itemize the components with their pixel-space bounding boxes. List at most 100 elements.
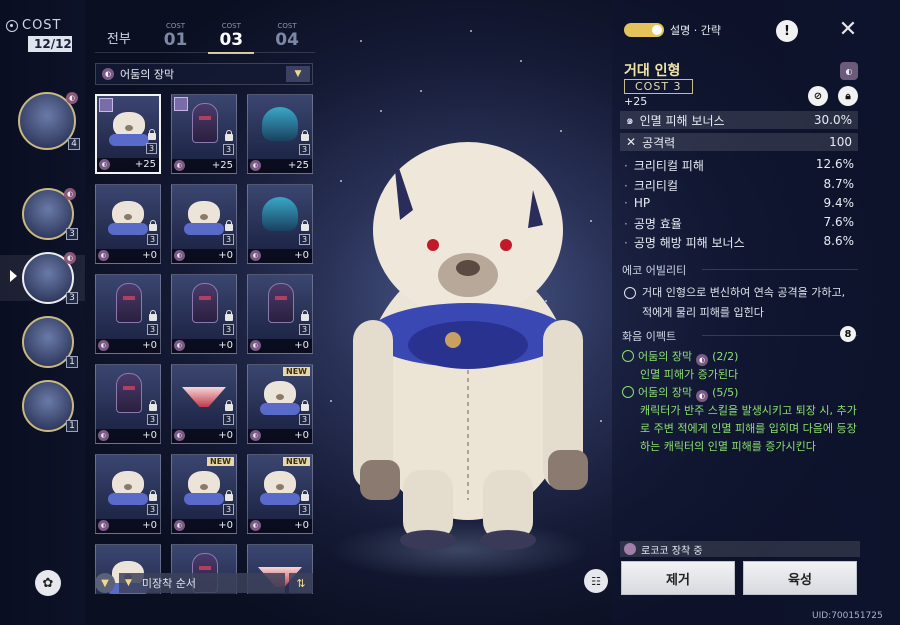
info-icon[interactable]: ! bbox=[776, 20, 798, 42]
tab-all[interactable]: 전부 bbox=[90, 22, 148, 52]
echo-card[interactable]: 3 ◐ +25 bbox=[171, 94, 237, 174]
lock-icon bbox=[149, 400, 157, 411]
lock-icon[interactable]: 🔒︎ bbox=[838, 86, 858, 106]
toggle-switch[interactable] bbox=[624, 23, 664, 37]
avatar bbox=[624, 543, 636, 555]
close-icon[interactable]: ✕ bbox=[836, 18, 860, 42]
tab-label: 04 bbox=[275, 30, 299, 50]
discard-icon[interactable]: ⊘ bbox=[808, 86, 828, 106]
uid-label: UID:700151725 bbox=[812, 611, 883, 621]
set-badge-icon: ◐ bbox=[98, 250, 109, 261]
echo-art bbox=[176, 369, 232, 419]
stat-value: 8.7% bbox=[823, 177, 855, 191]
echo-art bbox=[252, 99, 308, 149]
rail-slot-1[interactable]: ◐ 4 bbox=[18, 92, 80, 150]
main-stat-row: ✕ 공격력 100 bbox=[620, 133, 858, 151]
slot-cost: 4 bbox=[68, 138, 80, 150]
sonata-count-badge: 8 bbox=[840, 326, 856, 342]
set-badge-icon: ◐ bbox=[250, 250, 261, 261]
sort-bar: ▼ ▼ 미장착 순서 ⇅ bbox=[95, 573, 313, 595]
echo-card[interactable]: 3 ◐ +0 bbox=[171, 364, 237, 444]
echo-group-button[interactable]: ✿ bbox=[35, 570, 61, 596]
echo-art bbox=[100, 369, 156, 419]
sub-stat-row: 공명 해방 피해 보너스8.6% bbox=[624, 234, 854, 251]
echo-ability-text: 거대 인형으로 변신하여 연속 공격을 가하고, 적에게 물리 피해를 입힌다 bbox=[624, 283, 858, 323]
echo-card[interactable]: NEW 3 ◐ +0 bbox=[247, 454, 313, 534]
detail-list-button[interactable]: ☷ bbox=[584, 569, 608, 593]
card-level-bar: ◐ +0 bbox=[96, 249, 160, 263]
card-level: +25 bbox=[134, 159, 156, 170]
chevron-down-icon: ▼ bbox=[125, 578, 132, 588]
card-level: +0 bbox=[294, 430, 309, 441]
lock-icon bbox=[301, 310, 309, 321]
echo-art bbox=[100, 279, 156, 329]
tab-cost-4[interactable]: COST 04 bbox=[259, 22, 315, 52]
echo-card[interactable]: 3 ◐ +0 bbox=[171, 274, 237, 354]
effect-desc: 캐릭터가 반주 스킬을 발생시키고 퇴장 시, 추가로 주변 적에게 인멸 피해… bbox=[640, 404, 857, 453]
rail-slot-4[interactable]: 1 bbox=[22, 316, 78, 368]
card-cost: 3 bbox=[223, 414, 234, 425]
filter-icon[interactable]: ▼ bbox=[95, 573, 115, 593]
slot-cost: 1 bbox=[66, 420, 78, 432]
echo-card[interactable]: 3 ◐ +0 bbox=[247, 184, 313, 264]
echo-art bbox=[176, 279, 232, 329]
crossed-swords-icon: ✕ bbox=[626, 135, 637, 149]
stat-key: 인멸 피해 보너스 bbox=[639, 113, 725, 128]
stat-value: 9.4% bbox=[823, 196, 855, 210]
echo-card[interactable]: 3 ◐ +0 bbox=[95, 454, 161, 534]
echo-card[interactable]: 3 ◐ +0 bbox=[95, 364, 161, 444]
tab-sub: COST bbox=[221, 22, 241, 30]
echo-card[interactable]: 3 ◐ +0 bbox=[171, 184, 237, 264]
card-cost: 3 bbox=[147, 234, 158, 245]
echo-card[interactable]: 3 ◐ +0 bbox=[95, 274, 161, 354]
echo-card[interactable]: NEW 3 ◐ +0 bbox=[247, 364, 313, 444]
equipped-by-label: 로코코 장착 중 bbox=[641, 545, 703, 557]
stat-key: 크리티컬 bbox=[624, 177, 824, 194]
echo-card[interactable]: NEW 3 ◐ +0 bbox=[171, 454, 237, 534]
set-filter-label: 어둠의 장막 bbox=[120, 68, 175, 81]
card-cost: 3 bbox=[223, 324, 234, 335]
description-toggle[interactable]: 설명 · 간략 bbox=[624, 22, 721, 38]
set-badge-icon: ◐ bbox=[99, 159, 110, 170]
card-level-bar: ◐ +25 bbox=[248, 159, 312, 173]
echo-card[interactable]: 3 ◐ +25 bbox=[95, 94, 161, 174]
sonata-effect-title: 화음 이펙트 bbox=[622, 328, 858, 344]
card-level: +0 bbox=[142, 340, 157, 351]
echo-card[interactable]: 3 ◐ +0 bbox=[95, 184, 161, 264]
tab-label: 03 bbox=[219, 30, 244, 50]
set-badge-icon: ◐ bbox=[64, 188, 76, 200]
new-badge: NEW bbox=[207, 457, 234, 466]
lock-icon bbox=[225, 220, 233, 231]
remove-button[interactable]: 제거 bbox=[621, 561, 735, 595]
cost-ring-icon bbox=[6, 19, 18, 32]
card-level-bar: ◐ +0 bbox=[248, 519, 312, 533]
echo-card[interactable]: 3 ◐ +0 bbox=[247, 274, 313, 354]
card-cost: 3 bbox=[299, 414, 310, 425]
tab-cost-1[interactable]: COST 01 bbox=[148, 22, 204, 52]
card-level-bar: ◐ +25 bbox=[172, 159, 236, 173]
card-level-bar: ◐ +0 bbox=[96, 339, 160, 353]
rail-slot-5[interactable]: 1 bbox=[22, 380, 78, 432]
card-level-bar: ◐ +0 bbox=[96, 519, 160, 533]
lock-icon bbox=[301, 220, 309, 231]
echo-art bbox=[176, 459, 232, 509]
set-badge-icon: ◐ bbox=[98, 340, 109, 351]
sonata-effect-2pc: 어둠의 장막 ◐ (2/2) 인멸 피해가 증가된다 bbox=[622, 348, 858, 384]
card-level: +25 bbox=[211, 160, 233, 171]
card-level-bar: ◐ +0 bbox=[248, 429, 312, 443]
rail-slot-2[interactable]: ◐ 3 bbox=[22, 188, 78, 240]
echo-card[interactable]: 3 ◐ +25 bbox=[247, 94, 313, 174]
card-level-bar: ◐ +0 bbox=[248, 249, 312, 263]
sort-dropdown[interactable]: ▼ 미장착 순서 bbox=[119, 573, 285, 593]
card-level: +0 bbox=[142, 250, 157, 261]
set-filter-dropdown[interactable]: ◐ 어둠의 장막 ▼ bbox=[95, 63, 313, 85]
upgrade-button[interactable]: 육성 bbox=[743, 561, 857, 595]
cost-label: COST bbox=[22, 18, 62, 33]
rail-slot-3[interactable]: ◐ 3 bbox=[22, 252, 78, 304]
rail-pointer-icon bbox=[10, 270, 17, 282]
set-badge-icon: ◐ bbox=[174, 160, 185, 171]
sort-order-button[interactable]: ⇅ bbox=[289, 573, 313, 593]
card-cost: 3 bbox=[147, 414, 158, 425]
item-name: 거대 인형 bbox=[624, 63, 681, 79]
tab-cost-3[interactable]: COST 03 bbox=[203, 22, 259, 54]
